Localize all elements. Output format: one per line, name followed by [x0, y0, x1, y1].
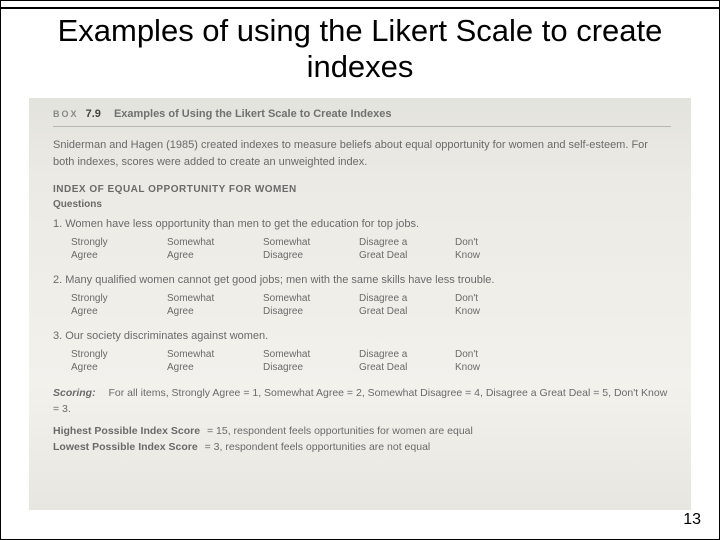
- question-text: 2. Many qualified women cannot get good …: [53, 274, 671, 286]
- highest-score: Highest Possible Index Score = 15, respo…: [53, 424, 671, 456]
- likert-options: StronglyAgree SomewhatAgree SomewhatDisa…: [71, 348, 671, 374]
- box-title: Examples of Using the Likert Scale to Cr…: [114, 108, 392, 120]
- option: SomewhatAgree: [167, 348, 263, 374]
- option: StronglyAgree: [71, 292, 167, 318]
- option: Disagree aGreat Deal: [359, 292, 455, 318]
- slide: Examples of using the Likert Scale to cr…: [0, 0, 720, 540]
- question-text: 1. Women have less opportunity than men …: [53, 218, 671, 230]
- slide-title: Examples of using the Likert Scale to cr…: [31, 13, 689, 84]
- textbook-box: BOX 7.9 Examples of Using the Likert Sca…: [29, 98, 691, 510]
- scoring: Scoring: For all items, Strongly Agree =…: [53, 386, 671, 418]
- option: SomewhatDisagree: [263, 292, 359, 318]
- option: Don'tKnow: [455, 348, 551, 374]
- question-2: 2. Many qualified women cannot get good …: [53, 274, 671, 318]
- option: Disagree aGreat Deal: [359, 348, 455, 374]
- question-text: 3. Our society discriminates against wom…: [53, 330, 671, 342]
- option: Disagree aGreat Deal: [359, 236, 455, 262]
- box-number: 7.9: [86, 108, 101, 120]
- option: Don'tKnow: [455, 292, 551, 318]
- top-rule: [1, 7, 719, 9]
- question-3: 3. Our society discriminates against wom…: [53, 330, 671, 374]
- likert-options: StronglyAgree SomewhatAgree SomewhatDisa…: [71, 292, 671, 318]
- box-header: BOX 7.9 Examples of Using the Likert Sca…: [53, 108, 671, 127]
- option: SomewhatAgree: [167, 292, 263, 318]
- scoring-text: For all items, Strongly Agree = 1, Somew…: [53, 387, 667, 415]
- page-number: 13: [683, 511, 701, 529]
- option: SomewhatDisagree: [263, 236, 359, 262]
- scoring-label: Scoring:: [53, 387, 96, 399]
- box-label: BOX: [53, 109, 79, 119]
- option: SomewhatAgree: [167, 236, 263, 262]
- option: Don'tKnow: [455, 236, 551, 262]
- option: StronglyAgree: [71, 236, 167, 262]
- questions-label: Questions: [53, 199, 671, 210]
- option: SomewhatDisagree: [263, 348, 359, 374]
- box-intro: Sniderman and Hagen (1985) created index…: [53, 137, 671, 170]
- section-heading: INDEX OF EQUAL OPPORTUNITY FOR WOMEN: [53, 184, 671, 195]
- option: StronglyAgree: [71, 348, 167, 374]
- question-1: 1. Women have less opportunity than men …: [53, 218, 671, 262]
- likert-options: StronglyAgree SomewhatAgree SomewhatDisa…: [71, 236, 671, 262]
